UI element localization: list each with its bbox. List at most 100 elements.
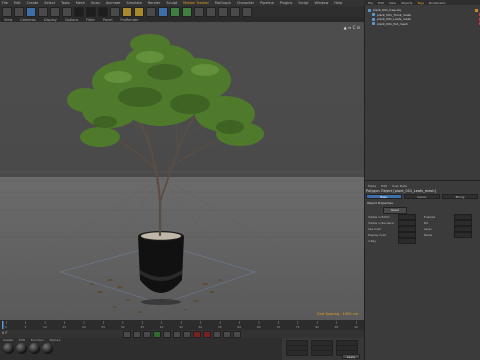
attribute-menu-item[interactable]: User Data bbox=[392, 184, 407, 188]
material-menu-item[interactable]: Texture bbox=[50, 338, 61, 342]
menu-item[interactable]: Create bbox=[27, 1, 39, 5]
render-view-icon[interactable] bbox=[122, 6, 132, 17]
autokey-icon[interactable] bbox=[203, 330, 211, 338]
next-frame-icon[interactable] bbox=[163, 330, 171, 338]
mode-tab-coord[interactable]: Coord. bbox=[404, 194, 440, 199]
menu-item[interactable]: Simulate bbox=[126, 1, 141, 5]
material-swatch[interactable] bbox=[3, 343, 14, 354]
reset-button[interactable]: Reset bbox=[383, 207, 407, 214]
material-swatch[interactable] bbox=[29, 343, 40, 354]
menu-item[interactable]: Sculpt bbox=[166, 1, 177, 5]
move-icon[interactable] bbox=[38, 6, 48, 17]
deformer-icon[interactable] bbox=[206, 6, 216, 17]
object-menu-item[interactable]: Bookmarks bbox=[429, 1, 446, 5]
camera-icon[interactable] bbox=[230, 6, 240, 17]
scale-icon[interactable] bbox=[50, 6, 60, 17]
schematic-icon[interactable] bbox=[233, 330, 241, 338]
object-menu-item[interactable]: Tags bbox=[417, 1, 424, 5]
goto-end-icon[interactable] bbox=[183, 330, 191, 338]
nurbs-icon[interactable] bbox=[182, 6, 192, 17]
attribute-menu-item[interactable]: Mode bbox=[368, 184, 376, 188]
prev-frame-icon[interactable] bbox=[143, 330, 151, 338]
timeline[interactable]: 0 5 10 15 20 25 30 35 40 45 50 55 60 65 70 75 80 85 90 bbox=[0, 320, 364, 330]
object-row[interactable]: plant_001_Pot_mesh bbox=[368, 22, 480, 26]
menu-item[interactable]: Mesh bbox=[76, 1, 85, 5]
object-menu-item[interactable]: Edit bbox=[378, 1, 384, 5]
spline-icon[interactable] bbox=[170, 6, 180, 17]
cube-icon[interactable] bbox=[158, 6, 168, 17]
menu-item[interactable]: Script bbox=[298, 1, 308, 5]
property-field[interactable] bbox=[398, 226, 416, 232]
viewport[interactable]: ▲ ⇔ C ⊡ Grid Spacing : 1000 cm bbox=[0, 22, 364, 320]
render-picture-icon[interactable] bbox=[134, 6, 144, 17]
y-axis-icon[interactable] bbox=[86, 6, 96, 17]
object-row[interactable]: plant_001_Leafs_mesh bbox=[368, 17, 480, 21]
playhead[interactable] bbox=[2, 321, 4, 329]
material-swatch[interactable] bbox=[16, 343, 27, 354]
x-axis-icon[interactable] bbox=[74, 6, 84, 17]
property-field[interactable] bbox=[454, 226, 472, 232]
z-axis-icon[interactable] bbox=[98, 6, 108, 17]
menu-item[interactable]: Tools bbox=[61, 1, 70, 5]
render-settings-icon[interactable] bbox=[146, 6, 156, 17]
material-menu-item[interactable]: Function bbox=[31, 338, 44, 342]
menu-item[interactable]: Window bbox=[315, 1, 329, 5]
material-swatch[interactable] bbox=[42, 343, 53, 354]
light-icon[interactable] bbox=[242, 6, 252, 17]
mode-tab-phong[interactable]: Phong bbox=[442, 194, 478, 199]
viewport-menu-item[interactable]: View bbox=[4, 18, 12, 22]
position-z-field[interactable] bbox=[286, 350, 308, 356]
viewport-nav-icons[interactable]: ▲ ⇔ C ⊡ bbox=[344, 25, 360, 30]
menu-item[interactable]: Character bbox=[237, 1, 254, 5]
menu-item[interactable]: Pipeline bbox=[260, 1, 274, 5]
object-row[interactable]: plant_001_Trunk_mesh bbox=[368, 13, 480, 17]
next-key-icon[interactable] bbox=[173, 330, 181, 338]
object-menu-item[interactable]: File bbox=[368, 1, 373, 5]
property-field[interactable] bbox=[398, 220, 416, 226]
menu-item[interactable]: File bbox=[2, 1, 8, 5]
undo-icon[interactable] bbox=[2, 6, 12, 17]
attribute-menu-item[interactable]: Edit bbox=[381, 184, 387, 188]
apply-button[interactable]: Apply bbox=[342, 354, 360, 359]
menu-item[interactable]: Plugins bbox=[280, 1, 293, 5]
viewport-menu-item[interactable]: Panel bbox=[103, 18, 112, 22]
material-tag-icon[interactable] bbox=[475, 8, 478, 12]
property-field[interactable] bbox=[398, 232, 416, 238]
viewport-menu-item[interactable]: Options bbox=[65, 18, 79, 22]
viewport-menu-item[interactable]: ProRender bbox=[120, 18, 138, 22]
property-field[interactable] bbox=[454, 214, 472, 220]
current-frame[interactable]: 0 F bbox=[2, 331, 7, 335]
menu-item[interactable]: MoGraph bbox=[215, 1, 231, 5]
record-icon[interactable] bbox=[193, 330, 201, 338]
keyframe-icon[interactable] bbox=[213, 330, 221, 338]
material-menu-item[interactable]: Edit bbox=[19, 338, 25, 342]
mode-tab-basic[interactable]: Basic bbox=[366, 194, 402, 199]
property-field[interactable] bbox=[454, 220, 472, 226]
material-menu-item[interactable]: Create bbox=[3, 338, 13, 342]
menu-item[interactable]: Motion Tracker bbox=[183, 1, 209, 5]
motion-icon[interactable] bbox=[223, 330, 231, 338]
viewport-menu-item[interactable]: Cameras bbox=[20, 18, 36, 22]
menu-item[interactable]: Animate bbox=[106, 1, 121, 5]
array-icon[interactable] bbox=[194, 6, 204, 17]
object-menu-item[interactable]: Objects bbox=[401, 1, 412, 5]
menu-item[interactable]: Edit bbox=[14, 1, 21, 5]
property-field[interactable] bbox=[454, 232, 472, 238]
world-coords-icon[interactable] bbox=[110, 6, 120, 17]
live-select-icon[interactable] bbox=[26, 6, 36, 17]
object-menu-item[interactable]: View bbox=[389, 1, 396, 5]
redo-icon[interactable] bbox=[14, 6, 24, 17]
goto-start-icon[interactable] bbox=[123, 330, 131, 338]
property-field[interactable] bbox=[398, 214, 416, 220]
play-icon[interactable] bbox=[153, 330, 161, 338]
viewport-menu-item[interactable]: Display bbox=[44, 18, 57, 22]
prev-key-icon[interactable] bbox=[133, 330, 141, 338]
scale-z-field[interactable] bbox=[311, 350, 333, 356]
menu-item[interactable]: Select bbox=[44, 1, 55, 5]
viewport-menu-item[interactable]: Filter bbox=[86, 18, 95, 22]
menu-item[interactable]: Help bbox=[334, 1, 342, 5]
menu-item[interactable]: Snap bbox=[91, 1, 100, 5]
property-field[interactable] bbox=[398, 238, 416, 244]
rotate-icon[interactable] bbox=[62, 6, 72, 17]
floor-icon[interactable] bbox=[218, 6, 228, 17]
